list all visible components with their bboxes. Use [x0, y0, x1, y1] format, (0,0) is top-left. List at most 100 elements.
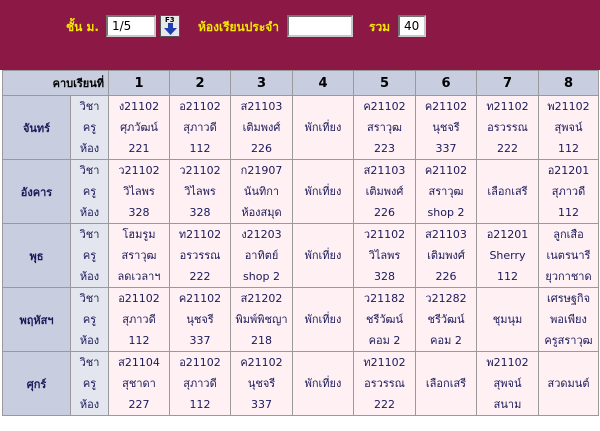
timetable-cell[interactable]: ว21282 ชรีวัฒน์ คอม 2 [415, 287, 477, 352]
timetable-cell[interactable]: ว21102 วิไลพร 328 [353, 223, 416, 288]
timetable-cell[interactable]: ชุมนุม [476, 287, 539, 352]
timetable-cell[interactable]: พักเที่ยง [292, 351, 354, 416]
row-label: ครู [82, 121, 97, 134]
timetable-cell[interactable]: ค21102 สราวุฒ shop 2 [415, 159, 477, 224]
cell-room: 112 [497, 270, 518, 283]
cell-teacher: นันทิกา [243, 185, 280, 198]
timetable-cell[interactable]: อ21102 สุภาวดี 112 [169, 95, 231, 160]
cell-subject: ส21103 [363, 164, 406, 177]
homeroom-field[interactable] [287, 15, 353, 37]
timetable-cell[interactable]: ค21102 นุชจรี 337 [169, 287, 231, 352]
cell-note: พักเที่ยง [304, 313, 342, 326]
row-label: ครู [82, 377, 97, 390]
timetable-cell[interactable]: ว21182 ชรีวัฒน์ คอม 2 [353, 287, 416, 352]
header-bar: ชั้น ม. 1/5 F3 ห้องเรียนประจำ รวม 40 [0, 0, 600, 70]
cell-room: ยุวกาชาด [545, 270, 592, 283]
row-labels: วิชา ครู ห้อง [70, 351, 109, 416]
timetable-cell[interactable]: พักเที่ยง [292, 223, 354, 288]
timetable-cell[interactable]: ก21907 นันทิกา ห้องสมุด [230, 159, 293, 224]
timetable-cell[interactable]: ง21102 ศุภวัฒน์ 221 [108, 95, 170, 160]
cell-teacher: เนตรนารี [546, 249, 591, 262]
timetable-cell[interactable]: โฮมรูม สราวุฒ ลดเวลาฯ [108, 223, 170, 288]
timetable-cell[interactable]: อ21201 Sherry 112 [476, 223, 539, 288]
period-header-row: คาบเรียนที่ 1 2 3 4 5 6 7 8 [2, 70, 599, 96]
cell-subject: ส21103 [240, 100, 283, 113]
row-label: ครู [82, 185, 97, 198]
timetable-cell[interactable]: สวดมนต์ [538, 351, 599, 416]
timetable-cell[interactable]: ง21203 อาทิตย์ shop 2 [230, 223, 293, 288]
timetable-cell[interactable]: ส21103 เติมพงศ์ 226 [230, 95, 293, 160]
cell-teacher: ศุภวัฒน์ [120, 121, 158, 134]
cell-teacher: สราวุฒ [121, 249, 157, 262]
cell-subject: ค21102 [363, 100, 406, 113]
timetable-cell[interactable]: ส21202 พิมพ์พิชญา 218 [230, 287, 293, 352]
row-labels: วิชา ครู ห้อง [70, 287, 109, 352]
row-label: ห้อง [79, 270, 100, 283]
f3-lookup-button[interactable]: F3 [160, 15, 180, 37]
timetable-cell[interactable]: พักเที่ยง [292, 287, 354, 352]
row-label: ห้อง [79, 334, 100, 347]
total-field: 40 [398, 15, 426, 37]
row-label: วิชา [79, 100, 100, 113]
cell-room: คอม 2 [368, 334, 401, 347]
cell-subject: ค21102 [424, 164, 468, 177]
class-label: ชั้น ม. [66, 20, 99, 34]
cell-teacher: เติมพงศ์ [365, 185, 404, 198]
row-label: วิชา [79, 356, 100, 369]
cell-subject: พ21102 [547, 100, 590, 113]
cell-subject: ก21907 [240, 164, 283, 177]
period-number: 2 [169, 70, 231, 96]
timetable-cell[interactable]: พักเที่ยง [292, 95, 354, 160]
timetable-cell[interactable]: ท21102 อรวรรณ 222 [169, 223, 231, 288]
timetable-cell[interactable]: ลูกเสือเนตรนารียุวกาชาด [538, 223, 599, 288]
cell-subject: ว21102 [179, 164, 221, 177]
timetable-cell[interactable]: พ21102 สุพจน์ 112 [538, 95, 599, 160]
period-number: 4 [292, 70, 354, 96]
timetable-cell[interactable]: เศรษฐกิจ พอเพียง ครูสราวุฒ [538, 287, 599, 352]
timetable-cell[interactable]: ส21103 เติมพงศ์ 226 [415, 223, 477, 288]
timetable-cell[interactable]: ค21102 นุชจรี 337 [230, 351, 293, 416]
class-field[interactable]: 1/5 [106, 15, 156, 37]
cell-note: พักเที่ยง [304, 377, 342, 390]
row-labels: วิชา ครู ห้อง [70, 95, 109, 160]
row-labels: วิชา ครู ห้อง [70, 159, 109, 224]
timetable-cell[interactable]: เลือกเสรี [476, 159, 539, 224]
cell-room: 328 [189, 206, 211, 219]
period-number: 8 [538, 70, 599, 96]
cell-teacher: สุภาวดี [183, 377, 217, 390]
timetable-cell[interactable]: ท21102 อรวรรณ 222 [476, 95, 539, 160]
timetable-cell[interactable]: อ21102 สุภาวดี 112 [169, 351, 231, 416]
row-label: ห้อง [79, 206, 100, 219]
cell-subject: ว21102 [363, 228, 406, 241]
cell-teacher: อรวรรณ [179, 249, 221, 262]
cell-subject: อ21102 [179, 356, 221, 369]
timetable-cell[interactable]: ส21104 สุชาดา 227 [108, 351, 170, 416]
cell-teacher: สราวุฒ [428, 185, 464, 198]
timetable-cell[interactable]: ส21103 เติมพงศ์ 226 [353, 159, 416, 224]
cell-subject: ลูกเสือ [553, 228, 584, 241]
cell-room: 222 [374, 398, 395, 411]
period-number: 6 [415, 70, 477, 96]
timetable-cell[interactable]: ว21102 วิไลพร 328 [169, 159, 231, 224]
timetable-cell[interactable]: ค21102 สราวุฒ 223 [353, 95, 416, 160]
cell-room: คอม 2 [430, 334, 462, 347]
cell-note: พักเที่ยง [304, 249, 342, 262]
timetable-cell[interactable]: อ21201 สุภาวดี 112 [538, 159, 599, 224]
timetable-cell[interactable]: ค21102 นุชจรี 337 [415, 95, 477, 160]
timetable-cell[interactable]: พักเที่ยง [292, 159, 354, 224]
cell-room: 226 [435, 270, 457, 283]
timetable-cell[interactable]: ว21102 วิไลพร 328 [108, 159, 170, 224]
timetable-cell[interactable]: ท21102 อรวรรณ 222 [353, 351, 416, 416]
cell-room: 112 [128, 334, 150, 347]
cell-note: ชุมนุม [492, 313, 523, 326]
cell-teacher: ชรีวัฒน์ [427, 313, 465, 326]
timetable-cell[interactable]: อ21102 สุภาวดี 112 [108, 287, 170, 352]
cell-note: พักเที่ยง [304, 185, 342, 198]
cell-subject: โฮมรูม [122, 228, 156, 241]
day-row: พุธ วิชา ครู ห้อง โฮมรูม สราวุฒ ลดเวลาฯ ท21102 อ… [2, 223, 599, 288]
row-label: วิชา [79, 228, 100, 241]
timetable-cell[interactable]: เลือกเสรี [415, 351, 477, 416]
cell-subject: ท21102 [486, 100, 529, 113]
timetable-cell[interactable]: พ21102 สุพจน์ สนาม [476, 351, 539, 416]
cell-room: 227 [128, 398, 150, 411]
